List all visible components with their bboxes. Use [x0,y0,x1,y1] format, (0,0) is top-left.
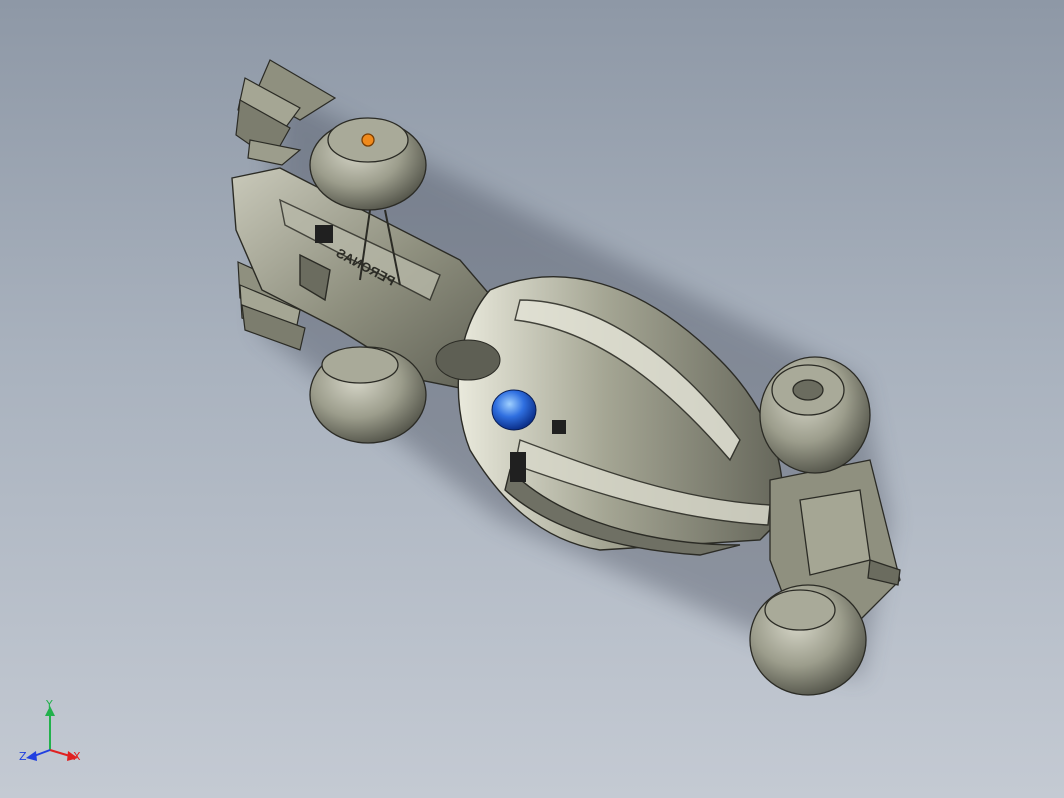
x-axis-label: X [73,750,81,763]
side-vent-3 [552,420,566,434]
y-axis-label: Y [45,700,53,711]
z-axis-label: Z [19,750,27,763]
tire-front-bottom[interactable] [309,346,427,444]
cockpit [435,339,501,381]
side-vent-1 [315,225,333,243]
axis-triad: Y X Z [18,698,88,770]
graphics-viewport[interactable]: PERONAS Y X Z [0,0,1064,798]
race-car-model[interactable]: PERONAS [0,0,1064,798]
tire-rear-top[interactable] [759,356,871,474]
driver-helmet[interactable] [491,389,537,431]
side-vent-2 [510,452,526,482]
tire-rear-bottom[interactable] [749,584,867,696]
